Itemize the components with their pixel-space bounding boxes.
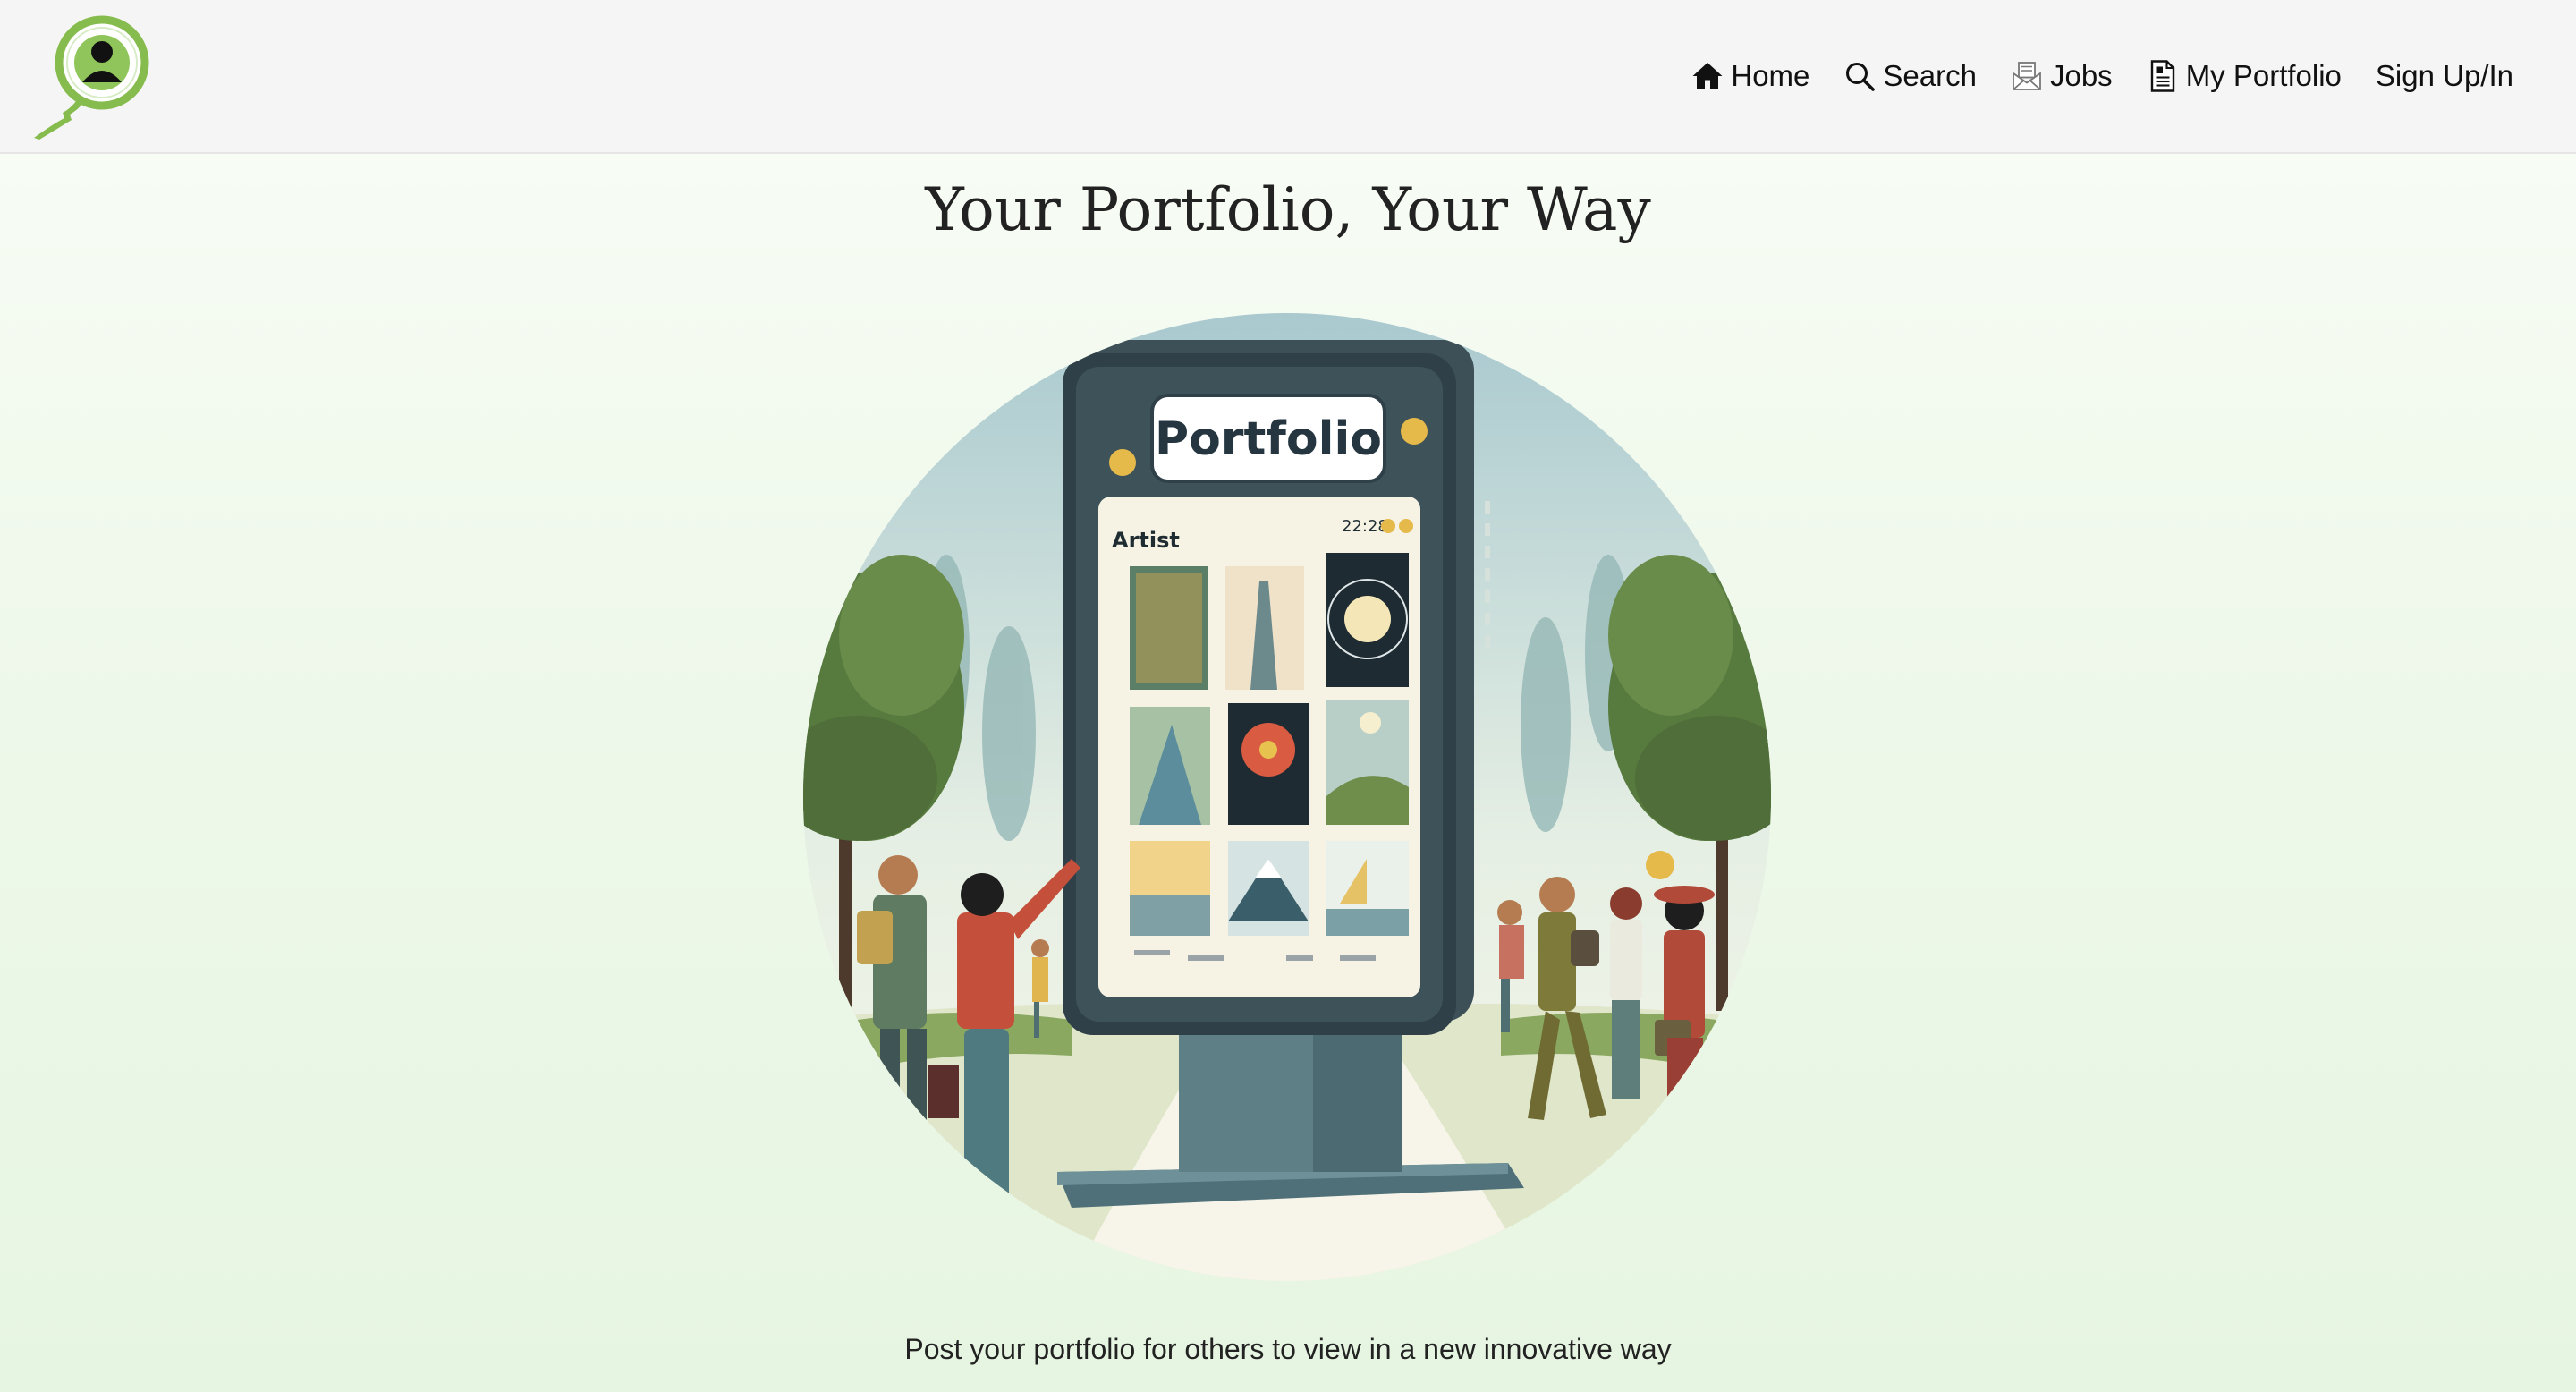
portfolio-icon bbox=[2150, 60, 2174, 92]
nav-jobs[interactable]: Jobs bbox=[2011, 59, 2113, 93]
card-label: Artist bbox=[1112, 528, 1180, 553]
nav-my-portfolio[interactable]: My Portfolio bbox=[2147, 59, 2342, 93]
nav-my-portfolio-label: My Portfolio bbox=[2185, 59, 2342, 92]
hero-illustration: Portfolio Artist 22:28 bbox=[803, 313, 1771, 1281]
nav-home[interactable]: Home bbox=[1691, 59, 1809, 93]
logo-icon[interactable] bbox=[27, 13, 161, 140]
nav-search-label: Search bbox=[1883, 59, 1977, 92]
main-nav: Home Search Jobs My Portfolio Sign Up/In bbox=[1691, 52, 2513, 100]
jobs-icon bbox=[2012, 62, 2041, 90]
page-subtitle: Post your portfolio for others to view i… bbox=[904, 1333, 1672, 1365]
nav-search[interactable]: Search bbox=[1843, 59, 1977, 93]
top-bar: Home Search Jobs My Portfolio Sign Up/In bbox=[0, 0, 2576, 154]
nav-jobs-label: Jobs bbox=[2049, 59, 2113, 92]
page-title: Your Portfolio, Your Way bbox=[925, 175, 1651, 244]
nav-home-label: Home bbox=[1731, 59, 1810, 92]
home-icon bbox=[1692, 63, 1723, 89]
search-icon bbox=[1846, 63, 1876, 91]
nav-sign-up-in[interactable]: Sign Up/In bbox=[2376, 59, 2513, 93]
kiosk-sign-text: Portfolio bbox=[1155, 412, 1382, 466]
nav-sign-up-in-label: Sign Up/In bbox=[2375, 59, 2513, 92]
